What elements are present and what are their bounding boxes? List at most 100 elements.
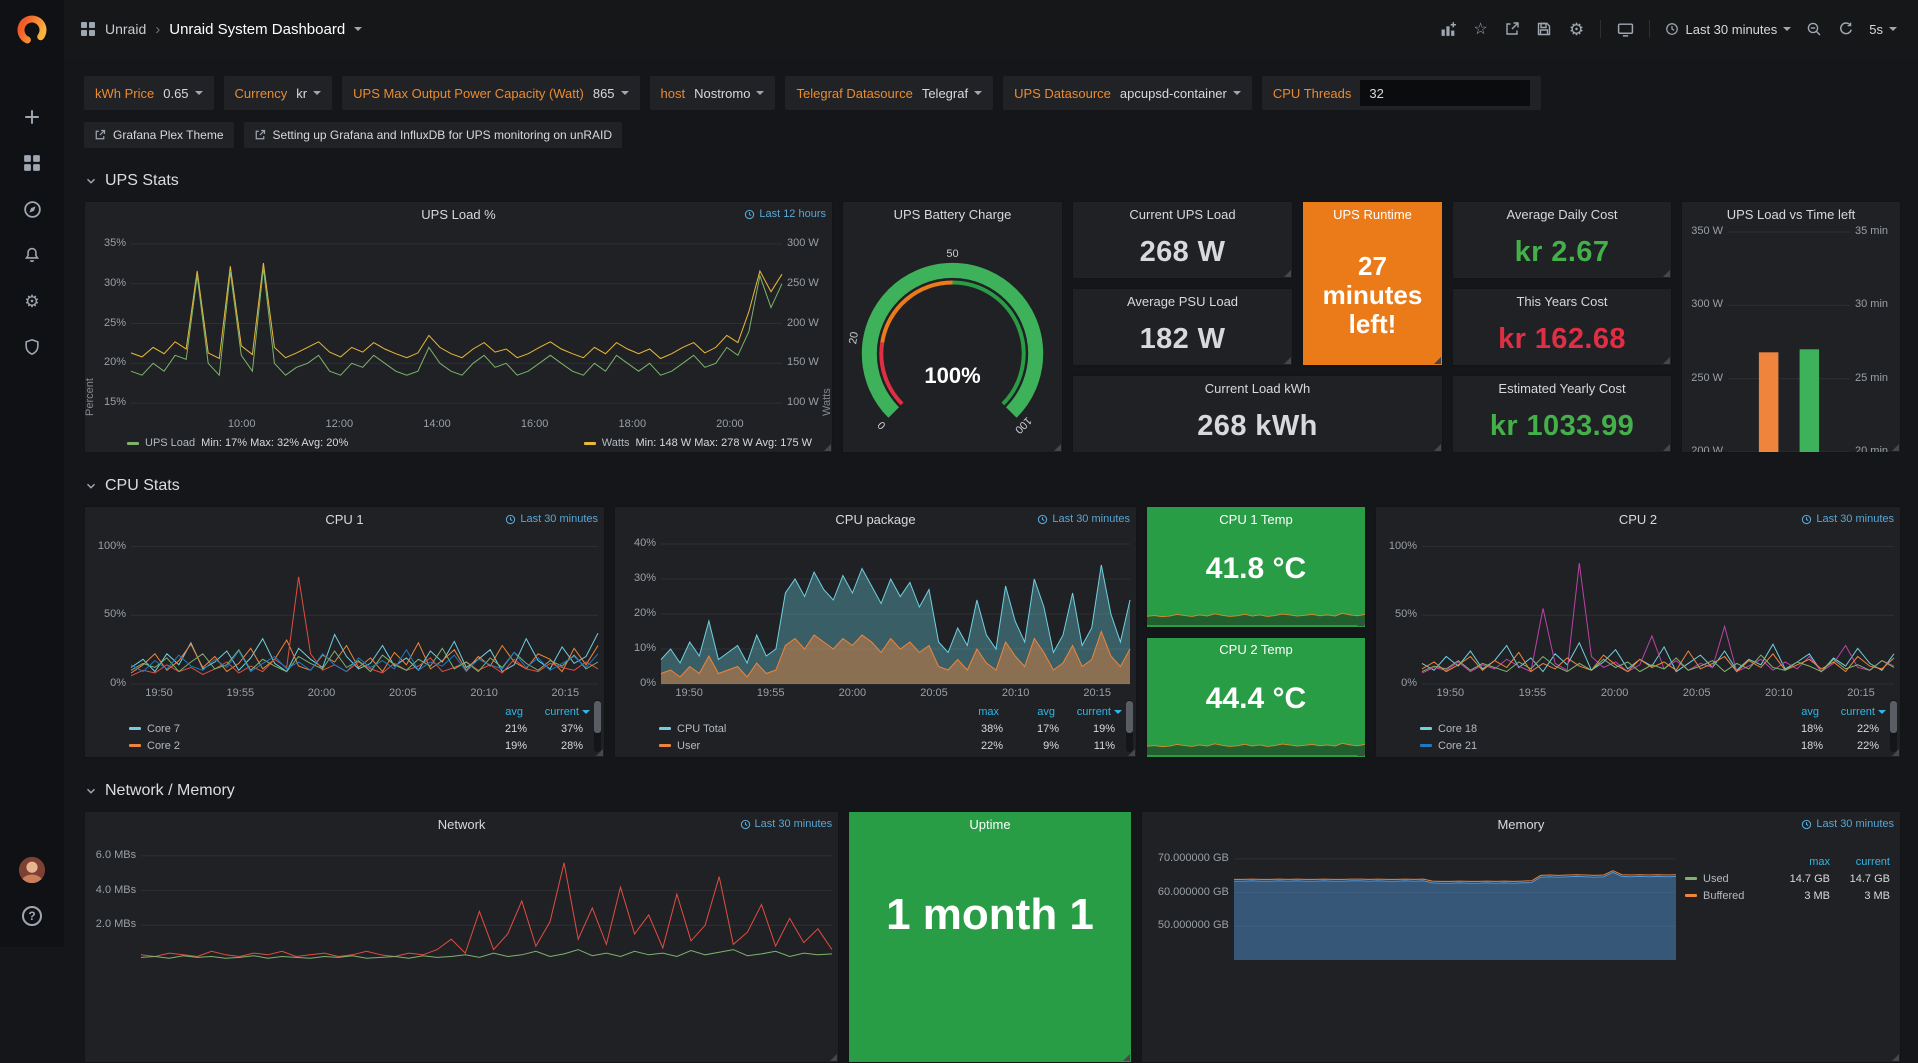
variable-value[interactable]: kr xyxy=(296,86,321,101)
series-name[interactable]: Used xyxy=(1703,873,1729,885)
link-ups-monitoring-guide[interactable]: Setting up Grafana and InfluxDB for UPS … xyxy=(244,122,623,148)
panel-estimated-yearly-cost: Estimated Yearly Cost kr 1033.99 xyxy=(1452,375,1672,453)
memory-chart[interactable]: 70.000000 GB60.000000 GB50.000000 GB xyxy=(1142,836,1682,962)
ups-load-vs-time-chart[interactable]: 350 W300 W250 W200 W35 min30 min25 min20… xyxy=(1682,226,1900,453)
panel-title[interactable]: Current Load kWh xyxy=(1205,381,1311,396)
grafana-logo[interactable] xyxy=(0,0,64,60)
grafana-flame-icon xyxy=(17,15,47,45)
link-grafana-plex-theme[interactable]: Grafana Plex Theme xyxy=(84,122,234,148)
x-axis-tick: 16:00 xyxy=(517,418,553,430)
chevron-down-icon xyxy=(1783,27,1791,31)
legend-column-max[interactable]: max xyxy=(1770,856,1830,868)
panel-title[interactable]: CPU 2 xyxy=(1619,512,1657,527)
legend-column-avg[interactable]: avg xyxy=(1763,706,1819,718)
legend-header: avg current xyxy=(129,704,590,720)
panel-title[interactable]: CPU 1 Temp xyxy=(1219,512,1292,527)
help-icon[interactable]: ? xyxy=(0,893,64,939)
panel-title[interactable]: Average PSU Load xyxy=(1127,294,1238,309)
y-axis-tick: 250 W xyxy=(1691,372,1723,384)
series-name[interactable]: Core 7 xyxy=(147,723,180,735)
series-name[interactable]: Core 18 xyxy=(1438,723,1477,735)
network-chart[interactable]: 6.0 MBs4.0 MBs2.0 MBs xyxy=(85,836,838,962)
legend-column-current[interactable]: current xyxy=(1055,706,1111,718)
series-name[interactable]: Core 21 xyxy=(1438,740,1477,752)
share-dashboard-button[interactable] xyxy=(1498,14,1526,44)
variable-ups-max-output[interactable]: UPS Max Output Power Capacity (Watt) 865 xyxy=(342,76,639,110)
cpu-package-chart[interactable]: 40%30%20%10%0%19:5019:5520:0020:0520:102… xyxy=(615,531,1136,701)
cycle-view-mode-button[interactable] xyxy=(1611,14,1639,44)
cpu-threads-input[interactable] xyxy=(1360,80,1530,106)
panel-title[interactable]: Current UPS Load xyxy=(1129,207,1235,222)
ups-load-chart[interactable]: 35%30%25%20%15%300 W250 W200 W150 W100 W… xyxy=(85,226,832,432)
variable-value[interactable]: Nostromo xyxy=(694,86,764,101)
legend-column-max[interactable]: max xyxy=(943,706,999,718)
panel-title[interactable]: Uptime xyxy=(969,817,1010,832)
legend-column-avg[interactable]: avg xyxy=(467,706,523,718)
panel-title[interactable]: CPU 1 xyxy=(325,512,363,527)
section-header-cpu-stats[interactable]: CPU Stats xyxy=(84,477,1901,495)
server-admin-icon[interactable] xyxy=(0,324,64,370)
scrollbar-thumb[interactable] xyxy=(594,701,601,733)
create-icon[interactable] xyxy=(0,94,64,140)
variable-value[interactable]: 0.65 xyxy=(163,86,202,101)
zoom-out-button[interactable] xyxy=(1800,14,1828,44)
explore-icon[interactable] xyxy=(0,186,64,232)
panel-title[interactable]: Average Daily Cost xyxy=(1506,207,1617,222)
cpu2-chart[interactable]: 100%50%0%19:5019:5520:0020:0520:1020:15 xyxy=(1376,531,1900,701)
section-header-network-memory[interactable]: Network / Memory xyxy=(84,782,1901,800)
cpu1-chart[interactable]: 100%50%0%19:5019:5520:0020:0520:1020:15 xyxy=(85,531,604,701)
y-axis-tick: 20 min xyxy=(1855,445,1888,453)
series-name[interactable]: UPS Load xyxy=(145,437,195,449)
breadcrumb-app[interactable]: Unraid xyxy=(105,21,146,37)
series-name[interactable]: CPU Total xyxy=(677,723,726,735)
series-name[interactable]: Buffered xyxy=(1703,890,1744,902)
variable-value[interactable]: Telegraf xyxy=(922,86,982,101)
variable-value[interactable]: 865 xyxy=(593,86,629,101)
star-dashboard-button[interactable]: ☆ xyxy=(1466,14,1494,44)
panel-title[interactable]: Estimated Yearly Cost xyxy=(1498,381,1625,396)
legend-column-current[interactable]: current xyxy=(1830,856,1890,868)
variable-value[interactable]: apcupsd-container xyxy=(1120,86,1241,101)
variable-kwh-price[interactable]: kWh Price 0.65 xyxy=(84,76,214,110)
series-name[interactable]: Core 2 xyxy=(147,740,180,752)
series-name[interactable]: User xyxy=(677,740,700,752)
panel-time-override: Last 30 minutes xyxy=(1037,507,1130,531)
scrollbar-thumb[interactable] xyxy=(1126,701,1133,733)
y-axis-tick: 350 W xyxy=(1691,225,1723,237)
user-avatar[interactable] xyxy=(0,847,64,893)
section-header-ups-stats[interactable]: UPS Stats xyxy=(84,172,1901,190)
panel-title[interactable]: CPU package xyxy=(835,512,915,527)
refresh-interval-picker[interactable]: 5s xyxy=(1864,14,1902,44)
dashboard-title[interactable]: Unraid System Dashboard xyxy=(169,21,345,38)
variable-telegraf-datasource[interactable]: Telegraf Datasource Telegraf xyxy=(785,76,993,110)
scrollbar-thumb[interactable] xyxy=(1890,701,1897,733)
variable-ups-datasource[interactable]: UPS Datasource apcupsd-container xyxy=(1003,76,1252,110)
legend-column-avg[interactable]: avg xyxy=(999,706,1055,718)
variable-currency[interactable]: Currency kr xyxy=(224,76,333,110)
variable-host[interactable]: host Nostromo xyxy=(650,76,776,110)
panel-title[interactable]: UPS Runtime xyxy=(1333,207,1412,222)
dashboards-icon[interactable] xyxy=(0,140,64,186)
configuration-icon[interactable]: ⚙ xyxy=(0,278,64,324)
panel-title[interactable]: UPS Battery Charge xyxy=(894,207,1012,222)
panel-title[interactable]: Network xyxy=(438,817,486,832)
y-axis-tick: 25% xyxy=(104,317,126,329)
panel-title[interactable]: CPU 2 Temp xyxy=(1219,642,1292,657)
panel-title[interactable]: UPS Load % xyxy=(421,207,495,222)
time-range-picker[interactable]: Last 30 minutes xyxy=(1660,14,1796,44)
alerting-icon[interactable] xyxy=(0,232,64,278)
refresh-button[interactable] xyxy=(1832,14,1860,44)
legend-column-current[interactable]: current xyxy=(523,706,579,718)
series-name[interactable]: Watts xyxy=(602,437,630,449)
chevron-down-icon[interactable] xyxy=(354,27,362,31)
dashboard-settings-button[interactable]: ⚙ xyxy=(1562,14,1590,44)
panel-title[interactable]: UPS Load vs Time left xyxy=(1727,207,1856,222)
add-panel-button[interactable] xyxy=(1434,14,1462,44)
panel-average-psu-load: Average PSU Load 182 W xyxy=(1072,288,1293,366)
chart-canvas xyxy=(1682,226,1900,453)
save-dashboard-button[interactable] xyxy=(1530,14,1558,44)
legend-column-current[interactable]: current xyxy=(1819,706,1875,718)
panel-title[interactable]: Memory xyxy=(1497,817,1544,832)
panel-title[interactable]: This Years Cost xyxy=(1516,294,1607,309)
panel-cpu-2: CPU 2 Last 30 minutes 100%50%0%19:5019:5… xyxy=(1375,506,1901,758)
